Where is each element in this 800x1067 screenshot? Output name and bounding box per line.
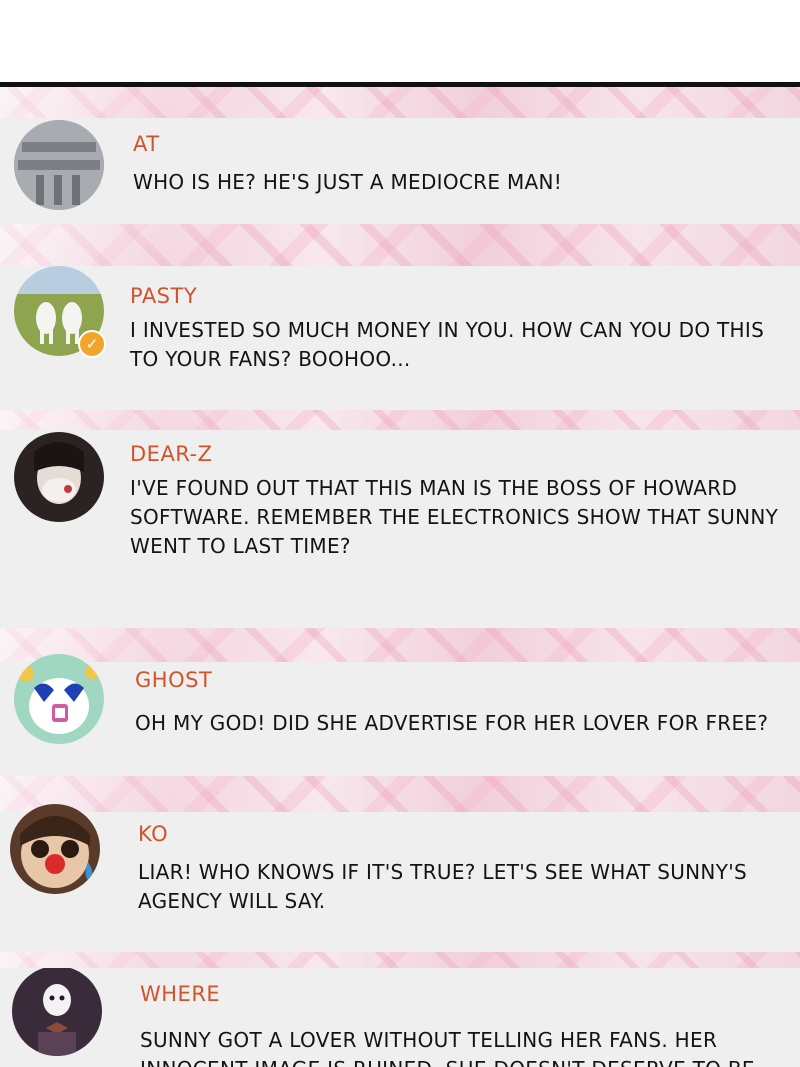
decorative-band [0, 410, 800, 430]
commenter-name[interactable]: KO [138, 822, 168, 846]
comment-text: OH MY GOD! DID SHE ADVERTISE FOR HER LOV… [135, 711, 769, 735]
comment-text: I INVESTED SO MUCH MONEY IN YOU. HOW CAN… [130, 318, 765, 371]
avatar[interactable] [10, 804, 100, 894]
avatar[interactable] [14, 654, 104, 744]
comment-card: AT WHO IS HE? HE'S JUST A MEDIOCRE MAN! [0, 118, 800, 224]
avatar[interactable] [14, 432, 104, 522]
commenter-name[interactable]: PASTY [130, 284, 197, 308]
comment-card: GHOST OH MY GOD! DID SHE ADVERTISE FOR H… [0, 654, 800, 776]
comment-card: ✓ PASTY I INVESTED SO MUCH MONEY IN YOU.… [0, 266, 800, 410]
comment-text: WHO IS HE? HE'S JUST A MEDIOCRE MAN! [133, 170, 563, 194]
commenter-name[interactable]: AT [133, 132, 160, 156]
comment-text: SUNNY GOT A LOVER WITHOUT TELLING HER FA… [140, 1028, 755, 1067]
comment-text: LIAR! WHO KNOWS IF IT'S TRUE? LET'S SEE … [138, 860, 747, 913]
comment-text: I'VE FOUND OUT THAT THIS MAN IS THE BOSS… [130, 476, 779, 558]
avatar[interactable] [12, 968, 102, 1056]
decorative-band [0, 628, 800, 662]
decorative-band [0, 87, 800, 118]
verified-badge-icon: ✓ [78, 330, 106, 358]
commenter-name[interactable]: DEAR-Z [130, 442, 213, 466]
decorative-band [0, 776, 800, 812]
comment-card: WHERE SUNNY GOT A LOVER WITHOUT TELLING … [0, 968, 800, 1067]
comment-card: DEAR-Z I'VE FOUND OUT THAT THIS MAN IS T… [0, 430, 800, 628]
avatar[interactable] [14, 120, 104, 210]
decorative-band [0, 224, 800, 266]
commenter-name[interactable]: WHERE [140, 982, 220, 1006]
comment-card: KO LIAR! WHO KNOWS IF IT'S TRUE? LET'S S… [0, 804, 800, 952]
top-margin [0, 0, 800, 82]
decorative-band [0, 952, 800, 968]
commenter-name[interactable]: GHOST [135, 668, 212, 692]
